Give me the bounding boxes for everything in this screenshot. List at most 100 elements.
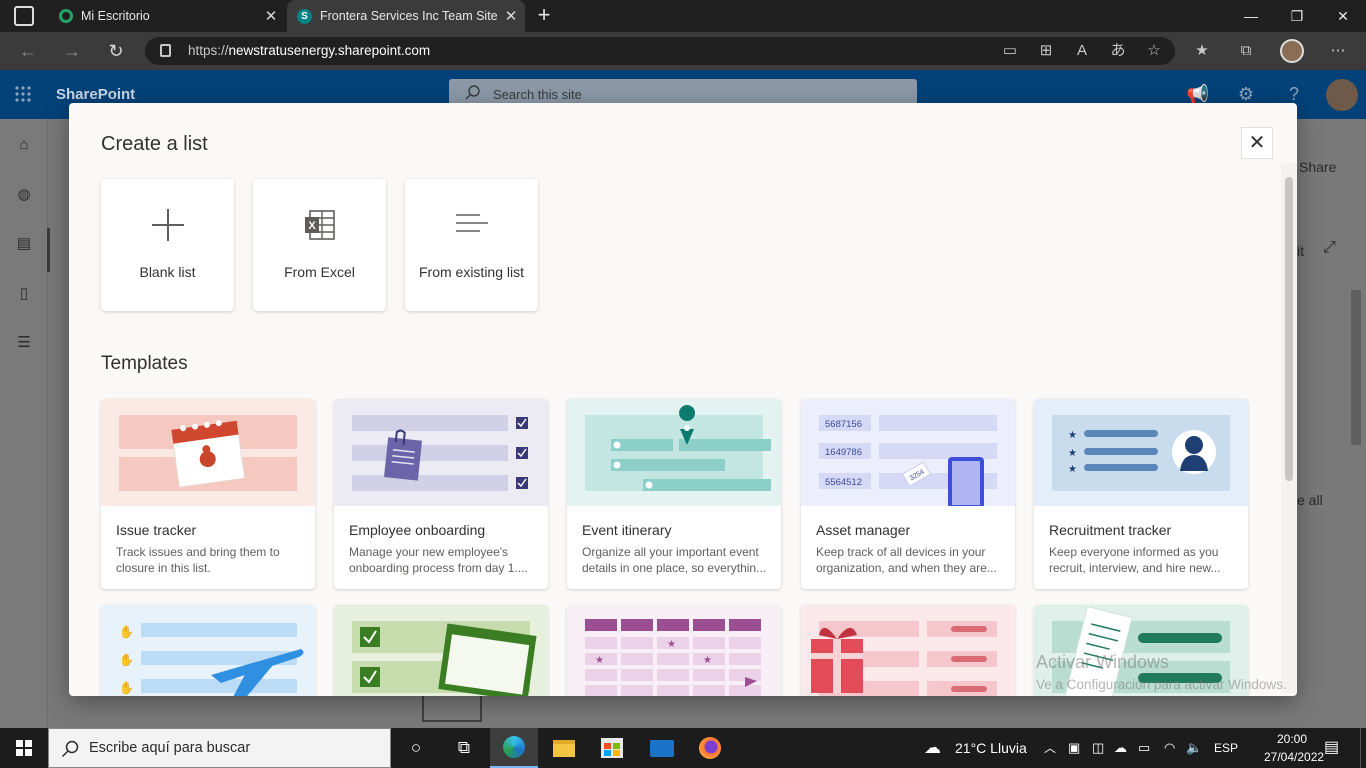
firefox-icon[interactable]: [699, 737, 721, 759]
refresh-icon[interactable]: ↻: [96, 32, 136, 70]
clock-date[interactable]: 27/04/2022: [1264, 750, 1324, 764]
svg-text:X: X: [308, 220, 316, 232]
templates-heading: Templates: [101, 353, 188, 374]
close-window-button[interactable]: ✕: [1320, 0, 1366, 32]
edit-button-fragment[interactable]: it: [1297, 243, 1304, 259]
template-card-asset-manager[interactable]: 5687156 1649786 5564512 3254 Asset manag…: [801, 399, 1015, 589]
language-indicator[interactable]: ESP: [1214, 728, 1238, 768]
windows-start-icon[interactable]: [16, 740, 32, 756]
blank-list-option[interactable]: Blank list: [101, 179, 234, 311]
asset-number: 5564512: [825, 477, 862, 488]
news-icon[interactable]: ▤: [12, 234, 36, 254]
globe-icon[interactable]: ◍: [12, 185, 36, 205]
asset-number: 5687156: [825, 419, 862, 430]
forward-arrow-icon[interactable]: →: [52, 32, 92, 70]
notifications-icon[interactable]: ▤: [1324, 728, 1339, 768]
read-aloud-icon[interactable]: A: [1066, 32, 1098, 70]
weather-text[interactable]: 21°C Lluvia: [955, 728, 1027, 768]
translate-icon[interactable]: あ: [1102, 32, 1134, 70]
svg-text:★: ★: [667, 639, 676, 650]
sharepoint-icon: S: [297, 8, 312, 24]
asset-number: 1649786: [825, 447, 862, 458]
close-icon: ✕: [1248, 132, 1266, 154]
file-icon[interactable]: ▯: [12, 284, 36, 304]
taskbar-search-box[interactable]: Escribe aquí para buscar: [48, 728, 391, 768]
dialog-scrollbar-thumb[interactable]: [1285, 177, 1293, 481]
recruitment-tracker-illustration: ★ ★ ★: [1034, 399, 1248, 506]
svg-text:✋: ✋: [119, 681, 134, 695]
activation-watermark-title: Activar Windows: [1036, 652, 1170, 672]
meet-now-icon[interactable]: ◫: [1092, 728, 1104, 768]
template-card-gift-ideas[interactable]: [801, 605, 1015, 696]
close-tab-icon[interactable]: ✕: [497, 7, 525, 25]
template-title: Asset manager: [816, 522, 911, 538]
expand-icon[interactable]: ⤢: [1323, 239, 1336, 257]
microsoft-store-icon[interactable]: [601, 738, 623, 758]
tab-mi-escritorio[interactable]: Mi Escritorio ✕: [49, 0, 285, 32]
add-favorite-icon[interactable]: ☆: [1138, 32, 1170, 70]
from-excel-option[interactable]: X From Excel: [253, 179, 386, 311]
page-scrollbar[interactable]: [1351, 290, 1361, 445]
weather-icon[interactable]: ☁: [924, 728, 941, 768]
tab-actions-icon[interactable]: [14, 6, 34, 26]
profile-avatar[interactable]: [1280, 39, 1304, 63]
minimize-button[interactable]: —: [1228, 0, 1274, 32]
chevron-up-icon[interactable]: ︿: [1044, 728, 1056, 768]
apps-icon[interactable]: ⊞: [1030, 32, 1062, 70]
volume-icon[interactable]: 🔈: [1186, 728, 1202, 768]
lock-icon[interactable]: [160, 44, 171, 57]
svg-text:★: ★: [703, 655, 712, 666]
new-tab-button[interactable]: +: [532, 0, 556, 32]
template-card-travel-requests[interactable]: ✋ ✋ ✋: [101, 605, 315, 696]
svg-text:★: ★: [1068, 430, 1077, 441]
search-placeholder: Search this site: [493, 87, 582, 102]
app-launcher-icon[interactable]: [14, 85, 32, 103]
template-card-event-itinerary[interactable]: Event itinerary Organize all your import…: [567, 399, 781, 589]
dialog-title: Create a list: [101, 133, 208, 155]
option-label: Blank list: [139, 264, 196, 280]
onedrive-icon[interactable]: ☁: [1114, 728, 1127, 768]
home-icon[interactable]: ⌂: [12, 136, 36, 156]
tab-frontera-team-site[interactable]: S Frontera Services Inc Team Site - ✕: [287, 0, 525, 32]
user-avatar[interactable]: [1326, 79, 1358, 111]
immersive-reader-icon[interactable]: ▭: [994, 32, 1026, 70]
close-dialog-button[interactable]: ✕: [1241, 127, 1273, 159]
close-tab-icon[interactable]: ✕: [257, 7, 285, 25]
edge-taskbar-icon[interactable]: [490, 728, 538, 768]
clock-time[interactable]: 20:00: [1264, 732, 1320, 746]
site-search-box[interactable]: Search this site: [449, 79, 917, 105]
template-card-calendar[interactable]: ★ ★ ★: [567, 605, 781, 696]
task-view-icon[interactable]: ⧉: [440, 728, 488, 768]
see-all-link-fragment[interactable]: e all: [1297, 492, 1323, 508]
search-icon: [465, 85, 480, 100]
lists-icon[interactable]: ☰: [12, 333, 36, 353]
activation-watermark-text: Ve a Configuración para activar Windows.: [1036, 677, 1287, 692]
event-itinerary-illustration: [567, 399, 781, 506]
template-description: Manage your new employee's onboarding pr…: [349, 545, 528, 575]
tab-title: Frontera Services Inc Team Site -: [320, 9, 497, 23]
back-arrow-icon[interactable]: ←: [8, 32, 48, 70]
template-card-recruitment-tracker[interactable]: ★ ★ ★ Recruitment tracker Keep everyone …: [1034, 399, 1248, 589]
share-button[interactable]: Share: [1299, 159, 1336, 175]
more-options-icon[interactable]: ⋯: [1322, 32, 1354, 70]
mail-icon[interactable]: [650, 740, 674, 757]
security-icon[interactable]: ▣: [1068, 728, 1080, 768]
url-text[interactable]: https://newstratusenergy.sharepoint.com: [188, 37, 430, 65]
from-existing-list-option[interactable]: From existing list: [405, 179, 538, 311]
file-explorer-icon[interactable]: [553, 740, 575, 757]
template-card-employee-onboarding[interactable]: Employee onboarding Manage your new empl…: [334, 399, 548, 589]
svg-text:★: ★: [1068, 464, 1077, 475]
restore-button[interactable]: ❐: [1274, 0, 1320, 32]
favorites-icon[interactable]: ★: [1186, 32, 1218, 70]
svg-text:★: ★: [1068, 448, 1077, 459]
wifi-icon[interactable]: ◠: [1164, 728, 1175, 768]
template-card-issue-tracker[interactable]: Issue tracker Track issues and bring the…: [101, 399, 315, 589]
show-desktop-strip[interactable]: [1360, 728, 1366, 768]
template-card-content-scheduler[interactable]: [334, 605, 548, 696]
create-list-dialog: Create a list ✕ Blank list X From Excel …: [69, 103, 1297, 696]
gift-illustration: [801, 605, 1015, 696]
template-description: Keep track of all devices in your organi…: [816, 545, 997, 575]
battery-icon[interactable]: ▭: [1138, 728, 1150, 768]
cortana-icon[interactable]: ○: [392, 728, 440, 768]
collections-icon[interactable]: ⧉: [1230, 32, 1262, 70]
